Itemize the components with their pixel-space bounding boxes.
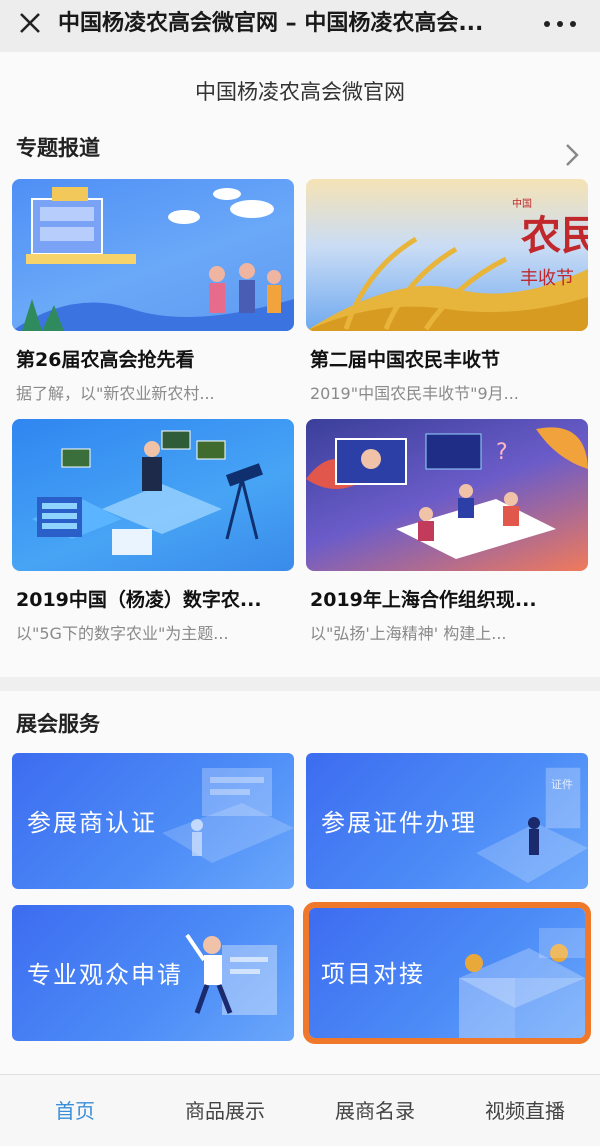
report-card-3[interactable]: 2019中国（杨凌）数字农... 以"5G下的数字农业"为主题... xyxy=(12,419,294,644)
report-desc-3: 以"5G下的数字农业"为主题... xyxy=(16,624,229,643)
report-title-1: 第26届农高会抢先看 xyxy=(16,349,195,371)
visitor-application-button[interactable]: 专业观众申请 xyxy=(12,905,294,1041)
report-image-2: 农民 丰收节 中国 xyxy=(306,179,588,331)
visitor-application-label: 专业观众申请 xyxy=(27,961,183,989)
report-title-3: 2019中国（杨凌）数字农... xyxy=(16,589,262,611)
section-divider xyxy=(0,677,600,691)
chevron-right-icon[interactable] xyxy=(560,140,584,170)
report-desc-4: 以"弘扬'上海精神' 构建上... xyxy=(310,624,507,643)
bottom-tab-bar: 首页 商品展示 展商名录 视频直播 xyxy=(0,1074,600,1146)
banner-sub-text: 丰收节 xyxy=(520,268,574,288)
window-title: 中国杨凌农高会微官网 – 中国杨凌农高会... xyxy=(58,11,484,36)
certificate-processing-button[interactable]: 证件 参展证件办理 xyxy=(306,753,588,889)
report-image-4: ? xyxy=(306,419,588,571)
close-icon[interactable] xyxy=(15,8,45,38)
report-card-4[interactable]: ? 2019年上海合作组织现... 以"弘扬'上海精神' 构建上... xyxy=(306,419,588,644)
report-desc-1: 据了解，以"新农业新农村... xyxy=(16,384,215,403)
report-desc-2: 2019"中国农民丰收节"9月... xyxy=(310,384,519,403)
exhibitor-certification-button[interactable]: 参展商认证 xyxy=(12,753,294,889)
banner-main-text: 农民 xyxy=(521,213,588,258)
banner-tag-text: 中国 xyxy=(512,197,532,210)
report-image-1 xyxy=(12,179,294,331)
project-matching-button[interactable]: 项目对接 xyxy=(303,902,591,1044)
report-card-2[interactable]: 农民 丰收节 中国 第二届中国农民丰收节 2019"中国农民丰收节"9月... xyxy=(306,179,588,404)
page-content: 中国杨凌农高会微官网 专题报道 第26届农高会抢先看 据了解，以"新农业新农村.… xyxy=(0,52,600,1074)
tab-exhibitor-list[interactable]: 展商名录 xyxy=(300,1075,450,1146)
report-title-2: 第二届中国农民丰收节 xyxy=(310,349,501,371)
top-bar: 中国杨凌农高会微官网 – 中国杨凌农高会... xyxy=(0,0,600,52)
more-options-icon[interactable] xyxy=(540,10,580,38)
site-name: 中国杨凌农高会微官网 xyxy=(195,80,405,104)
report-image-3 xyxy=(12,419,294,571)
tab-home[interactable]: 首页 xyxy=(0,1075,150,1146)
services-heading: 展会服务 xyxy=(16,712,100,736)
certificate-badge: 证件 xyxy=(551,778,573,791)
project-matching-label: 项目对接 xyxy=(321,960,425,988)
svg-text:?: ? xyxy=(496,440,508,465)
tab-products[interactable]: 商品展示 xyxy=(150,1075,300,1146)
reports-heading: 专题报道 xyxy=(16,136,100,160)
tab-live-video[interactable]: 视频直播 xyxy=(450,1075,600,1146)
report-title-4: 2019年上海合作组织现... xyxy=(310,589,537,611)
report-card-1[interactable]: 第26届农高会抢先看 据了解，以"新农业新农村... xyxy=(12,179,294,404)
certificate-processing-label: 参展证件办理 xyxy=(321,809,477,837)
exhibitor-certification-label: 参展商认证 xyxy=(27,809,157,837)
